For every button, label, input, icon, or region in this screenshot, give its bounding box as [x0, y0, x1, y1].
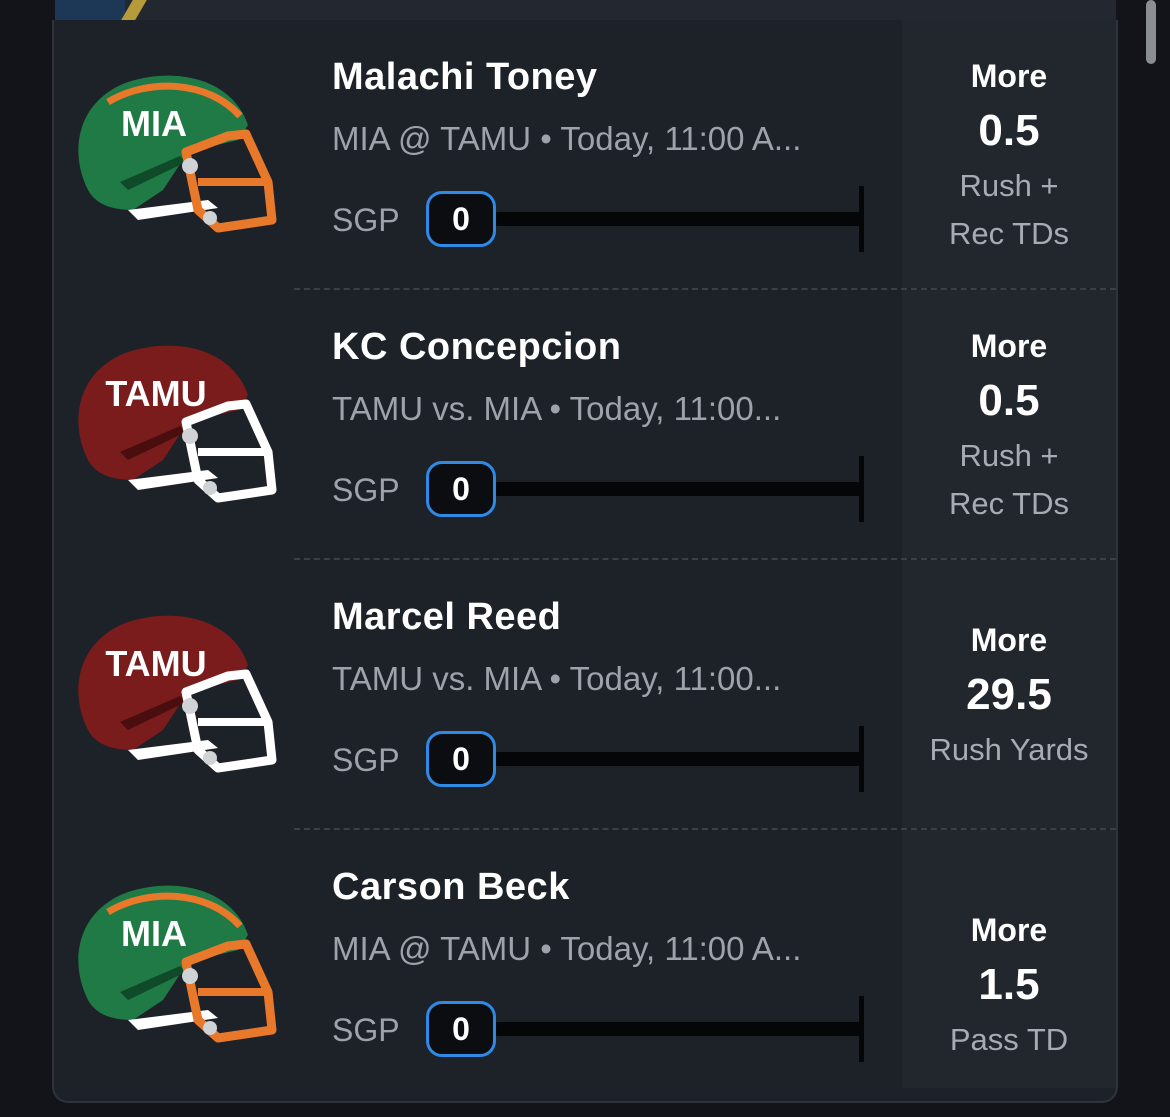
sgp-bar: [496, 752, 864, 766]
sgp-bar-end: [859, 726, 864, 792]
pick-row-carson-beck[interactable]: MIA Carson Beck MIA @ TAMU • Today, 11:0…: [54, 830, 1116, 1100]
svg-text:MIA: MIA: [121, 103, 187, 144]
sgp-count-badge[interactable]: 0: [426, 1001, 496, 1057]
projection-line: 1.5: [978, 960, 1040, 1009]
sgp-label: SGP: [332, 202, 400, 238]
pick-row-kc-concepcion[interactable]: TAMU KC Concepcion TAMU vs. MIA • Today,…: [54, 290, 1116, 560]
sgp-bar: [496, 212, 864, 226]
sgp-count-badge[interactable]: 0: [426, 461, 496, 517]
projection-button[interactable]: More 0.5 Rush + Rec TDs: [902, 20, 1116, 288]
pick-row-marcel-reed[interactable]: TAMU Marcel Reed TAMU vs. MIA • Today, 1…: [54, 560, 1116, 830]
player-name: Marcel Reed: [332, 596, 562, 638]
projection-line: 29.5: [966, 670, 1052, 719]
projection-direction: More: [970, 328, 1048, 364]
projection-direction: More: [970, 622, 1048, 658]
projection-line: 0.5: [978, 106, 1040, 155]
sgp-bar-end: [859, 456, 864, 522]
projection-stat-line1: Rush Yards: [929, 732, 1089, 767]
player-name: Malachi Toney: [332, 56, 598, 98]
projection-direction: More: [970, 58, 1048, 94]
picks-card: MIA Malachi Toney MIA @ TAMU • Today, 11…: [52, 20, 1118, 1103]
svg-text:TAMU: TAMU: [105, 643, 206, 684]
helmet-icon-tamu: TAMU: [78, 615, 277, 773]
helmet-icon-tamu: TAMU: [78, 345, 277, 503]
svg-text:TAMU: TAMU: [105, 373, 206, 414]
helmet-icon-mia: MIA: [78, 885, 277, 1043]
player-name: Carson Beck: [332, 866, 570, 908]
helmet-icon-mia: MIA: [78, 75, 277, 233]
projection-button[interactable]: More 1.5 Pass TD: [902, 830, 1116, 1088]
game-info: MIA @ TAMU • Today, 11:00 A...: [332, 930, 802, 967]
previous-card-accent: [55, 0, 155, 20]
previous-card-edge: [55, 0, 1116, 20]
projection-stat-line1: Rush +: [959, 438, 1059, 473]
projection-line: 0.5: [978, 376, 1040, 425]
page: MIA Malachi Toney MIA @ TAMU • Today, 11…: [0, 0, 1170, 1117]
svg-text:MIA: MIA: [121, 913, 187, 954]
projection-button[interactable]: More 0.5 Rush + Rec TDs: [902, 290, 1116, 558]
projection-stat-line2: Rec TDs: [948, 486, 1069, 521]
sgp-count-badge[interactable]: 0: [426, 191, 496, 247]
sgp-count-badge[interactable]: 0: [426, 731, 496, 787]
sgp-bar-end: [859, 186, 864, 252]
game-info: TAMU vs. MIA • Today, 11:00...: [332, 390, 782, 427]
projection-stat-line2: Rec TDs: [948, 216, 1069, 251]
scrollbar-thumb[interactable]: [1146, 0, 1156, 64]
player-name: KC Concepcion: [332, 326, 622, 368]
sgp-bar: [496, 1022, 864, 1036]
pick-row-malachi-toney[interactable]: MIA Malachi Toney MIA @ TAMU • Today, 11…: [54, 20, 1116, 290]
projection-stat-line1: Rush +: [959, 168, 1059, 203]
sgp-label: SGP: [332, 1012, 400, 1048]
sgp-label: SGP: [332, 472, 400, 508]
projection-direction: More: [970, 912, 1048, 948]
game-info: MIA @ TAMU • Today, 11:00 A...: [332, 120, 802, 157]
projection-stat-line1: Pass TD: [949, 1022, 1069, 1057]
sgp-bar-end: [859, 996, 864, 1062]
sgp-bar: [496, 482, 864, 496]
sgp-label: SGP: [332, 742, 400, 778]
game-info: TAMU vs. MIA • Today, 11:00...: [332, 660, 782, 697]
projection-button[interactable]: More 29.5 Rush Yards: [902, 560, 1116, 828]
